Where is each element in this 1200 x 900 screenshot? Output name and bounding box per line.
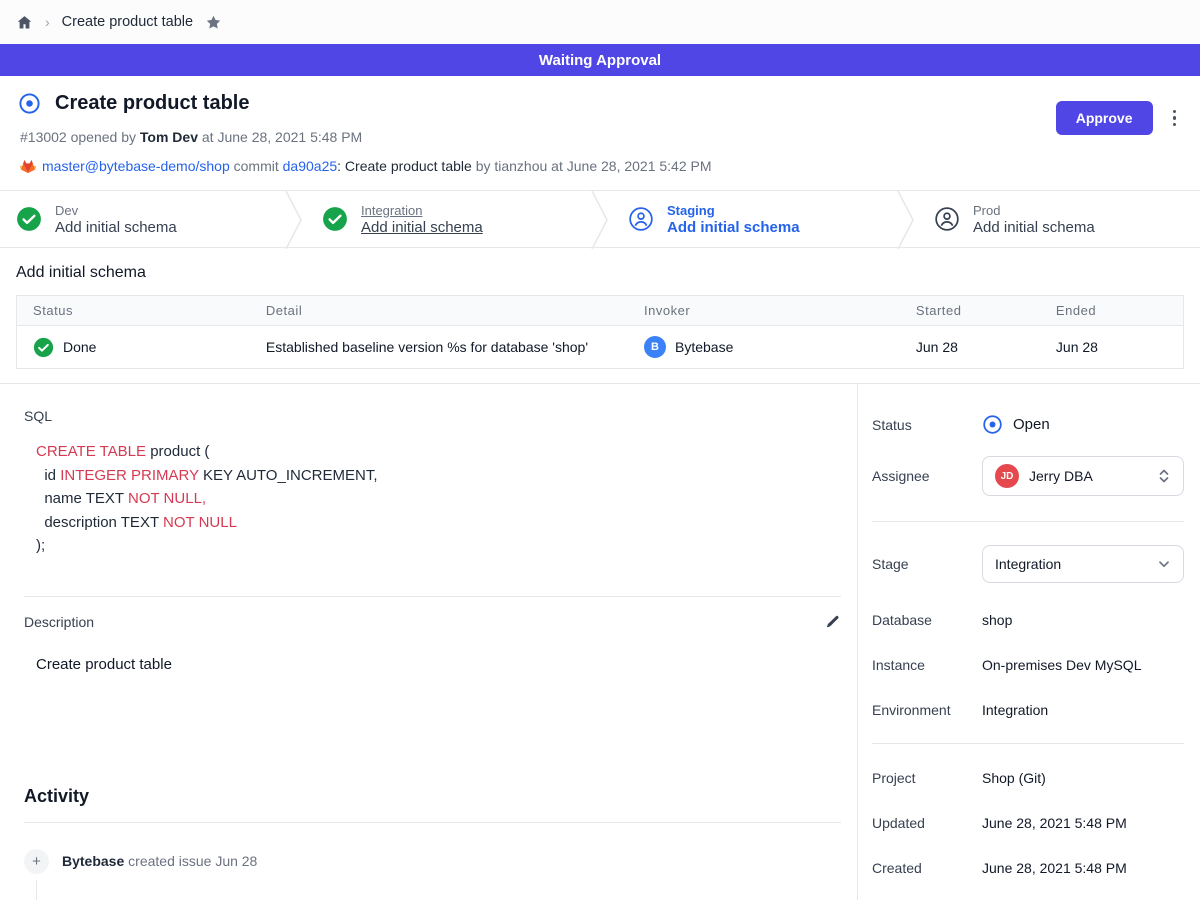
instance-label: Instance [872,657,982,673]
divider [24,596,841,597]
stage-separator [588,191,612,249]
description-label: Description [24,614,94,630]
database-label: Database [872,612,982,628]
issue-header: Create product table #13002 opened by To… [0,76,1200,190]
stage-integration[interactable]: IntegrationAdd initial schema [306,191,588,247]
plus-icon: + [24,849,49,874]
author-name: Tom Dev [140,129,198,145]
column-started: Started [900,296,1040,326]
task-section: Add initial schema Status Detail Invoker… [0,248,1200,384]
pipeline-stages: DevAdd initial schema IntegrationAdd ini… [0,190,1200,248]
task-started: Jun 28 [900,326,1040,369]
stage-prod[interactable]: ProdAdd initial schema [918,191,1200,247]
commit-line: master@bytebase-demo/shop commit da90a25… [20,156,1176,176]
repo-branch-link[interactable]: master@bytebase-demo/shop [42,158,230,174]
divider [24,822,841,823]
updated-value: June 28, 2021 5:48 PM [982,815,1127,831]
star-icon[interactable] [205,14,222,31]
gitlab-icon [20,159,36,174]
table-row: Done Established baseline version %s for… [17,326,1184,369]
activity-heading: Activity [24,786,841,807]
activity-entry: + Bytebase created issue Jun 28 [24,849,841,874]
updated-label: Updated [872,815,982,831]
more-actions-icon[interactable] [1169,106,1181,131]
bytebase-issue-page: › Create product table Waiting Approval … [0,0,1200,900]
commit-byline: by tianzhou at June 28, 2021 5:42 PM [476,158,712,174]
divider [872,521,1184,522]
home-icon[interactable] [16,14,33,31]
stage-staging[interactable]: StagingAdd initial schema [612,191,894,247]
page-title: Create product table [55,92,249,115]
status-label: Status [872,417,982,433]
column-ended: Ended [1040,296,1184,326]
column-detail: Detail [250,296,628,326]
issue-open-icon [18,92,41,115]
status-open-icon [982,414,1003,435]
assignee-select[interactable]: JD Jerry DBA [982,456,1184,496]
chevron-right-icon: › [45,14,50,30]
chevron-down-icon [1157,557,1171,571]
column-invoker: Invoker [628,296,900,326]
created-value: June 28, 2021 5:48 PM [982,860,1127,876]
instance-value: On-premises Dev MySQL [982,657,1141,673]
check-circle-icon [33,337,54,358]
main-content: SQL CREATE TABLE product ( id INTEGER PR… [0,384,858,900]
project-label: Project [872,770,982,786]
sql-code: CREATE TABLE product ( id INTEGER PRIMAR… [36,440,841,558]
environment-value: Integration [982,702,1048,718]
task-heading: Add initial schema [16,264,1184,282]
stage-dev[interactable]: DevAdd initial schema [0,191,282,247]
assignee-value: Jerry DBA [1029,468,1147,484]
database-value: shop [982,612,1012,628]
activity-action: created issue Jun 28 [124,853,257,869]
status-banner: Waiting Approval [0,44,1200,76]
timeline-connector [36,880,37,900]
project-value: Shop (Git) [982,770,1046,786]
divider [872,743,1184,744]
task-table: Status Detail Invoker Started Ended Done… [16,295,1184,369]
bytebase-avatar: B [644,336,666,358]
stage-separator [894,191,918,249]
issue-meta: #13002 opened by Tom Dev at June 28, 202… [20,127,1176,147]
approve-button[interactable]: Approve [1056,101,1153,135]
breadcrumb: › Create product table [0,0,1200,44]
commit-message: : Create product table [337,158,476,174]
edit-pencil-icon[interactable] [824,614,841,631]
person-circle-icon [934,206,960,232]
check-circle-icon [16,206,42,232]
commit-hash-link[interactable]: da90a25 [283,158,338,174]
task-invoker: Bytebase [675,339,733,355]
stage-separator [282,191,306,249]
stage-select[interactable]: Integration [982,545,1184,583]
task-ended: Jun 28 [1040,326,1184,369]
issue-sidebar: Status Open Assignee JD Jerry DBA [858,384,1200,900]
check-circle-icon [322,206,348,232]
task-status: Done [63,339,96,355]
activity-actor: Bytebase [62,853,124,869]
status-value: Open [1013,416,1050,433]
assignee-avatar: JD [995,464,1019,488]
stage-label: Stage [872,556,982,572]
created-label: Created [872,860,982,876]
column-status: Status [17,296,250,326]
environment-label: Environment [872,702,982,718]
assignee-label: Assignee [872,468,982,484]
breadcrumb-page-title: Create product table [62,14,193,30]
stage-value: Integration [995,556,1147,572]
selector-updown-icon [1157,468,1171,484]
sql-label: SQL [24,408,841,424]
description-text: Create product table [36,656,841,673]
task-detail: Established baseline version %s for data… [250,326,628,369]
person-circle-icon [628,206,654,232]
